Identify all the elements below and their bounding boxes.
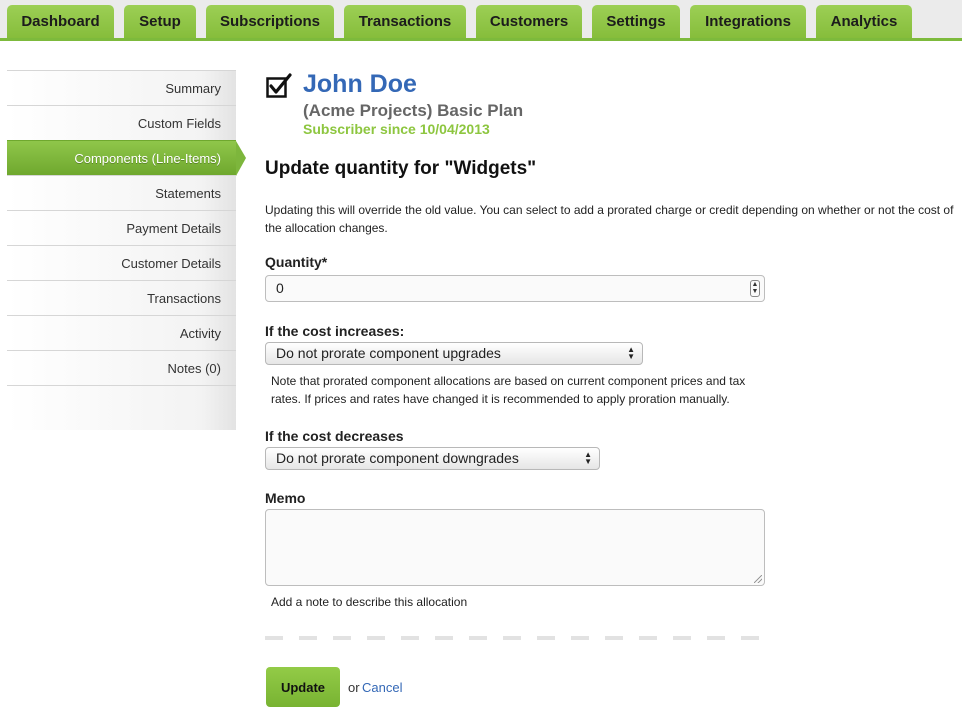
- resize-grip-icon[interactable]: [754, 575, 762, 583]
- sidebar-item-payment-details[interactable]: Payment Details: [7, 210, 236, 245]
- sidebar-item-customer-details[interactable]: Customer Details: [7, 245, 236, 280]
- tab-setup[interactable]: Setup: [124, 5, 196, 38]
- tab-analytics[interactable]: Analytics: [816, 5, 912, 38]
- customer-name[interactable]: John Doe: [303, 70, 417, 99]
- cancel-link[interactable]: Cancel: [362, 680, 402, 695]
- page-title: Update quantity for "Widgets": [265, 158, 537, 179]
- customer-plan: (Acme Projects) Basic Plan: [303, 101, 524, 120]
- tab-transactions[interactable]: Transactions: [344, 5, 466, 38]
- tab-integrations[interactable]: Integrations: [690, 5, 806, 38]
- tab-settings[interactable]: Settings: [592, 5, 680, 38]
- select-arrows-icon: ▲ ▼: [627, 345, 635, 361]
- memo-textarea[interactable]: [265, 509, 765, 586]
- sidebar-item-statements[interactable]: Statements: [7, 175, 236, 210]
- sidebar-item-notes[interactable]: Notes (0): [7, 350, 236, 386]
- cost-decrease-label: If the cost decreases: [265, 428, 404, 444]
- cost-increase-label: If the cost increases:: [265, 323, 405, 339]
- tab-dashboard[interactable]: Dashboard: [7, 5, 114, 38]
- quantity-input[interactable]: 0 ▲ ▼: [265, 275, 765, 302]
- sidebar: Summary Custom Fields Components (Line-I…: [7, 70, 246, 430]
- sidebar-item-custom-fields[interactable]: Custom Fields: [7, 105, 236, 140]
- dashed-divider: [265, 636, 765, 640]
- cost-increase-select[interactable]: Do not prorate component upgrades ▲ ▼: [265, 342, 643, 365]
- sidebar-item-activity[interactable]: Activity: [7, 315, 236, 350]
- form-description: Updating this will override the old valu…: [265, 203, 954, 235]
- quantity-label: Quantity*: [265, 254, 328, 270]
- quantity-stepper[interactable]: ▲ ▼: [750, 280, 760, 297]
- subscriber-since: Subscriber since 10/04/2013: [303, 121, 490, 137]
- memo-help-text: Add a note to describe this allocation: [271, 595, 468, 609]
- sidebar-item-transactions[interactable]: Transactions: [7, 280, 236, 315]
- sidebar-item-components[interactable]: Components (Line-Items): [7, 140, 246, 176]
- memo-label: Memo: [265, 490, 306, 506]
- quantity-value: 0: [276, 280, 284, 296]
- tab-subscriptions[interactable]: Subscriptions: [206, 5, 334, 38]
- top-nav: Dashboard Setup Subscriptions Transactio…: [0, 0, 962, 41]
- sidebar-item-summary[interactable]: Summary: [7, 70, 236, 105]
- checkbox-checked-icon: [266, 73, 292, 98]
- update-button[interactable]: Update: [266, 667, 340, 707]
- cost-decrease-select[interactable]: Do not prorate component downgrades ▲ ▼: [265, 447, 600, 470]
- proration-note: Note that prorated component allocations…: [271, 374, 746, 406]
- or-text: or: [348, 680, 360, 695]
- tab-customers[interactable]: Customers: [476, 5, 582, 38]
- cost-decrease-selected: Do not prorate component downgrades: [276, 450, 519, 466]
- nav-underline: [0, 38, 962, 41]
- cost-increase-selected: Do not prorate component upgrades: [276, 345, 501, 361]
- select-arrows-icon: ▲ ▼: [584, 450, 592, 466]
